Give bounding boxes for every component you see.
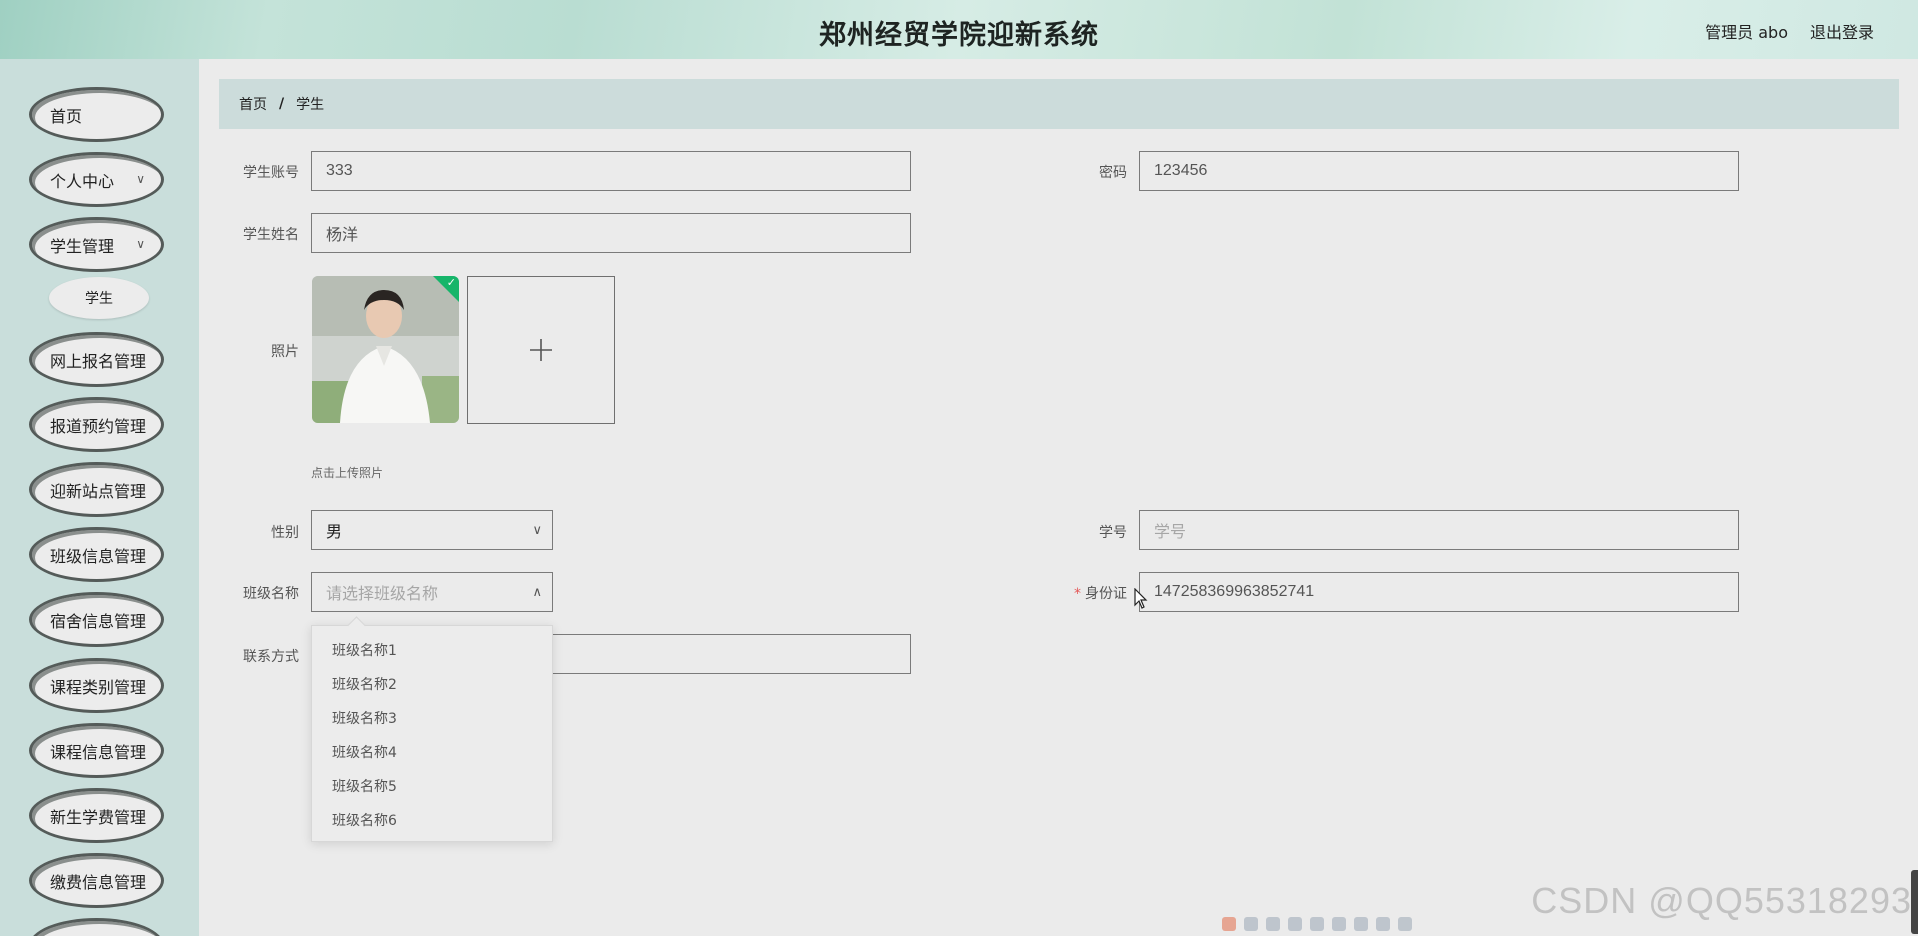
breadcrumb-home[interactable]: 首页	[239, 94, 267, 114]
sidebar-subitem-student[interactable]: 学生	[49, 277, 149, 319]
sidebar-item-label: 缴费信息管理	[50, 872, 147, 892]
sidebar-item-label: 迎新站点管理	[50, 481, 147, 501]
dropdown-option[interactable]: 班级名称3	[312, 702, 552, 736]
dropdown-option[interactable]: 班级名称5	[312, 770, 552, 804]
sidebar-item-label: 个人中心	[50, 171, 115, 191]
mouse-cursor-icon	[1134, 588, 1148, 609]
sidebar-item-personal-center[interactable]: 个人中心 ∨	[29, 152, 164, 207]
sidebar-item-online-registration[interactable]: 网上报名管理	[29, 332, 164, 387]
sidebar-item-course-category[interactable]: 课程类别管理	[29, 658, 164, 713]
check-icon: ✓	[446, 276, 456, 289]
password-label: 密码	[1099, 165, 1127, 181]
current-user: 管理员 abo	[1705, 23, 1788, 42]
class-name-dropdown: 班级名称1 班级名称2 班级名称3 班级名称4 班级名称5 班级名称6	[311, 625, 553, 842]
ime-shirt-icon	[1376, 917, 1390, 931]
sidebar-item-label: 网上报名管理	[50, 351, 147, 371]
sidebar-item-home[interactable]: 首页	[29, 87, 164, 142]
gender-select[interactable]: 男 ∨	[311, 510, 553, 550]
student-no-label: 学号	[1099, 525, 1127, 541]
dropdown-option[interactable]: 班级名称4	[312, 736, 552, 770]
required-mark: *	[1074, 586, 1081, 602]
gender-value: 男	[326, 524, 343, 541]
upload-hint: 点击上传照片	[311, 466, 384, 480]
student-name-input[interactable]: 杨洋	[311, 213, 911, 253]
sidebar-item-course-info[interactable]: 课程信息管理	[29, 723, 164, 778]
ime-lang-icon	[1244, 917, 1258, 931]
sidebar-item-class-info[interactable]: 班级信息管理	[29, 527, 164, 582]
class-name-placeholder: 请选择班级名称	[326, 586, 439, 603]
upload-photo-button[interactable]	[467, 276, 615, 424]
dropdown-option[interactable]: 班级名称2	[312, 668, 552, 702]
chevron-down-icon: ∨	[136, 237, 145, 251]
ime-toolbar	[1222, 914, 1422, 934]
plus-icon	[530, 339, 552, 361]
sidebar-item-label: 首页	[50, 106, 83, 126]
dropdown-option[interactable]: 班级名称1	[312, 634, 552, 668]
sidebar-item-welcome-station[interactable]: 迎新站点管理	[29, 462, 164, 517]
student-no-input[interactable]: 学号	[1139, 510, 1739, 550]
sidebar-item-more[interactable]	[29, 918, 164, 936]
contact-label: 联系方式	[243, 649, 299, 665]
logout-link[interactable]: 退出登录	[1810, 19, 1874, 43]
chevron-down-icon: ∨	[532, 522, 542, 537]
sidebar-item-label: 班级信息管理	[50, 546, 147, 566]
sidebar-item-dorm-info[interactable]: 宿舍信息管理	[29, 592, 164, 647]
gender-label: 性别	[271, 525, 299, 541]
sidebar-subitem-label: 学生	[85, 291, 113, 307]
breadcrumb-separator: /	[279, 96, 285, 112]
app-header: 郑州经贸学院迎新系统 管理员 abo 退出登录	[0, 0, 1918, 59]
chevron-down-icon: ∨	[136, 172, 145, 186]
ime-grid-icon	[1354, 917, 1368, 931]
ime-moon-icon	[1266, 917, 1280, 931]
student-photo[interactable]: ✓	[312, 276, 459, 423]
dropdown-option[interactable]: 班级名称6	[312, 804, 552, 838]
password-input[interactable]: 123456	[1139, 151, 1739, 191]
watermark: CSDN @QQ55318293	[1531, 880, 1912, 921]
sidebar-item-tuition[interactable]: 新生学费管理	[29, 788, 164, 843]
ime-dot-icon	[1288, 917, 1302, 931]
id-card-label-wrap: * 身份证	[1007, 583, 1127, 603]
sidebar: 首页 个人中心 ∨ 学生管理 ∨ 学生 网上报名管理 报道预约管理 迎新站点管理…	[0, 59, 199, 936]
sidebar-item-label: 宿舍信息管理	[50, 611, 147, 631]
breadcrumb-current: 学生	[296, 97, 325, 113]
ime-user-icon	[1332, 917, 1346, 931]
photo-label: 照片	[271, 344, 299, 360]
sidebar-item-report-appointment[interactable]: 报道预约管理	[29, 397, 164, 452]
sidebar-item-label: 课程类别管理	[50, 677, 147, 697]
student-name-label: 学生姓名	[243, 227, 299, 243]
sidebar-item-payment-info[interactable]: 缴费信息管理	[29, 853, 164, 908]
id-card-label: 身份证	[1085, 586, 1127, 602]
sidebar-item-label: 课程信息管理	[50, 742, 147, 762]
class-name-select[interactable]: 请选择班级名称 ∧	[311, 572, 553, 612]
sidebar-item-label: 新生学费管理	[50, 807, 147, 827]
ime-keyboard-icon	[1310, 917, 1324, 931]
app-title: 郑州经贸学院迎新系统	[819, 20, 1099, 51]
chevron-up-icon: ∧	[532, 584, 542, 599]
sidebar-item-label: 报道预约管理	[50, 416, 147, 436]
breadcrumb: 首页 / 学生	[219, 79, 1899, 129]
student-account-input[interactable]: 333	[311, 151, 911, 191]
student-account-label: 学生账号	[243, 165, 299, 181]
ime-logo-icon	[1222, 917, 1236, 931]
id-card-input[interactable]: 147258369963852741	[1139, 572, 1739, 612]
scroll-handle[interactable]	[1911, 870, 1918, 934]
ime-gear-icon	[1398, 917, 1412, 931]
sidebar-item-label: 学生管理	[50, 236, 115, 256]
class-name-label: 班级名称	[243, 586, 299, 602]
sidebar-item-student-management[interactable]: 学生管理 ∨	[29, 217, 164, 272]
